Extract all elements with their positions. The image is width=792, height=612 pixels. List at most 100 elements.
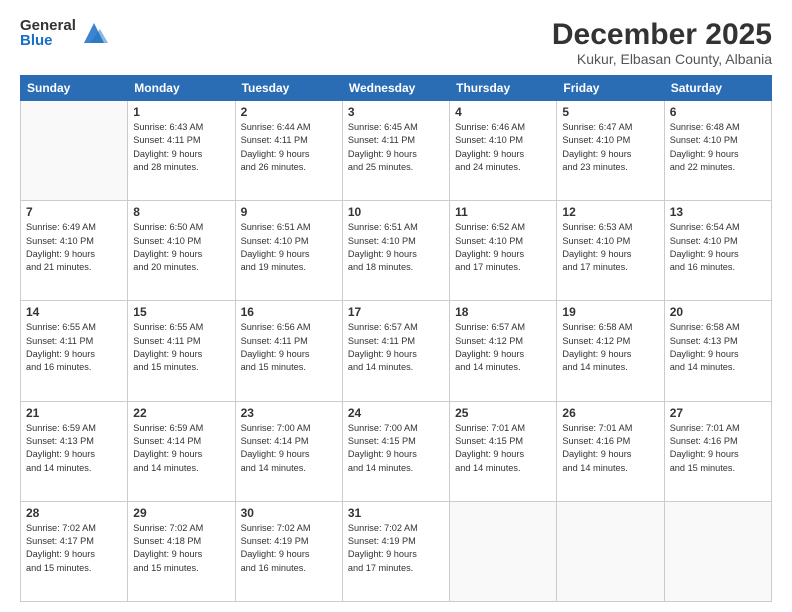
day-number: 10 [348, 205, 444, 219]
day-cell [450, 501, 557, 601]
day-info: Sunrise: 6:49 AM Sunset: 4:10 PM Dayligh… [26, 221, 122, 274]
logo-icon [80, 19, 108, 47]
logo: General Blue [20, 18, 108, 48]
day-number: 15 [133, 305, 229, 319]
day-number: 1 [133, 105, 229, 119]
week-row-5: 28 Sunrise: 7:02 AM Sunset: 4:17 PM Dayli… [21, 501, 772, 601]
day-cell: 30Sunrise: 7:02 AM Sunset: 4:19 PM Dayli… [235, 501, 342, 601]
day-cell: 26Sunrise: 7:01 AM Sunset: 4:16 PM Dayli… [557, 401, 664, 501]
day-number: 12 [562, 205, 658, 219]
week-row-3: 14 Sunrise: 6:55 AM Sunset: 4:11 PM Dayli… [21, 301, 772, 401]
day-cell: 4 Sunrise: 6:46 AM Sunset: 4:10 PM Daylig… [450, 101, 557, 201]
day-info: Sunrise: 6:57 AM Sunset: 4:12 PM Dayligh… [455, 321, 551, 374]
day-cell: 19 Sunrise: 6:58 AM Sunset: 4:12 PM Dayli… [557, 301, 664, 401]
day-number: 3 [348, 105, 444, 119]
day-info: Sunrise: 7:02 AM Sunset: 4:19 PM Dayligh… [348, 522, 444, 575]
calendar-table: SundayMondayTuesdayWednesdayThursdayFrid… [20, 75, 772, 602]
day-number: 21 [26, 406, 122, 420]
day-info: Sunrise: 6:43 AM Sunset: 4:11 PM Dayligh… [133, 121, 229, 174]
day-cell: 8 Sunrise: 6:50 AM Sunset: 4:10 PM Daylig… [128, 201, 235, 301]
day-number: 4 [455, 105, 551, 119]
day-cell: 24 Sunrise: 7:00 AM Sunset: 4:15 PM Dayli… [342, 401, 449, 501]
day-cell: 17 Sunrise: 6:57 AM Sunset: 4:11 PM Dayli… [342, 301, 449, 401]
day-info: Sunrise: 6:58 AM Sunset: 4:12 PM Dayligh… [562, 321, 658, 374]
logo-general: General [20, 18, 76, 33]
day-number: 26 [562, 406, 658, 420]
day-cell: 31 Sunrise: 7:02 AM Sunset: 4:19 PM Dayli… [342, 501, 449, 601]
day-cell [21, 101, 128, 201]
day-cell [557, 501, 664, 601]
day-number: 20 [670, 305, 766, 319]
day-info: Sunrise: 7:01 AM Sunset: 4:16 PM Dayligh… [670, 422, 766, 475]
day-info: Sunrise: 6:48 AM Sunset: 4:10 PM Dayligh… [670, 121, 766, 174]
day-cell: 23 Sunrise: 7:00 AM Sunset: 4:14 PM Dayli… [235, 401, 342, 501]
day-info: Sunrise: 6:54 AM Sunset: 4:10 PM Dayligh… [670, 221, 766, 274]
day-info: Sunrise: 6:59 AM Sunset: 4:13 PM Dayligh… [26, 422, 122, 475]
day-info: Sunrise: 6:50 AM Sunset: 4:10 PM Dayligh… [133, 221, 229, 274]
week-row-1: 1 Sunrise: 6:43 AM Sunset: 4:11 PM Daylig… [21, 101, 772, 201]
week-row-2: 7Sunrise: 6:49 AM Sunset: 4:10 PM Daylig… [21, 201, 772, 301]
day-number: 18 [455, 305, 551, 319]
day-cell: 25 Sunrise: 7:01 AM Sunset: 4:15 PM Dayli… [450, 401, 557, 501]
day-info: Sunrise: 7:00 AM Sunset: 4:15 PM Dayligh… [348, 422, 444, 475]
day-number: 11 [455, 205, 551, 219]
day-info: Sunrise: 6:59 AM Sunset: 4:14 PM Dayligh… [133, 422, 229, 475]
logo-text: General Blue [20, 18, 76, 48]
day-cell: 12 Sunrise: 6:53 AM Sunset: 4:10 PM Dayli… [557, 201, 664, 301]
day-cell: 7Sunrise: 6:49 AM Sunset: 4:10 PM Daylig… [21, 201, 128, 301]
day-number: 5 [562, 105, 658, 119]
header: General Blue December 2025 Kukur, Elbasa… [20, 18, 772, 67]
day-number: 27 [670, 406, 766, 420]
day-number: 8 [133, 205, 229, 219]
col-header-monday: Monday [128, 76, 235, 101]
day-number: 22 [133, 406, 229, 420]
day-info: Sunrise: 6:46 AM Sunset: 4:10 PM Dayligh… [455, 121, 551, 174]
day-info: Sunrise: 6:55 AM Sunset: 4:11 PM Dayligh… [26, 321, 122, 374]
day-info: Sunrise: 7:00 AM Sunset: 4:14 PM Dayligh… [241, 422, 337, 475]
day-number: 17 [348, 305, 444, 319]
day-cell: 28 Sunrise: 7:02 AM Sunset: 4:17 PM Dayli… [21, 501, 128, 601]
day-info: Sunrise: 6:57 AM Sunset: 4:11 PM Dayligh… [348, 321, 444, 374]
week-row-4: 21 Sunrise: 6:59 AM Sunset: 4:13 PM Dayli… [21, 401, 772, 501]
day-info: Sunrise: 7:02 AM Sunset: 4:19 PM Dayligh… [241, 522, 337, 575]
title-block: December 2025 Kukur, Elbasan County, Alb… [552, 18, 772, 67]
day-cell: 15Sunrise: 6:55 AM Sunset: 4:11 PM Dayli… [128, 301, 235, 401]
day-info: Sunrise: 6:51 AM Sunset: 4:10 PM Dayligh… [241, 221, 337, 274]
day-cell: 27 Sunrise: 7:01 AM Sunset: 4:16 PM Dayli… [664, 401, 771, 501]
day-info: Sunrise: 6:58 AM Sunset: 4:13 PM Dayligh… [670, 321, 766, 374]
col-header-saturday: Saturday [664, 76, 771, 101]
day-number: 28 [26, 506, 122, 520]
day-cell: 13 Sunrise: 6:54 AM Sunset: 4:10 PM Dayli… [664, 201, 771, 301]
day-info: Sunrise: 6:51 AM Sunset: 4:10 PM Dayligh… [348, 221, 444, 274]
day-number: 14 [26, 305, 122, 319]
day-cell: 5Sunrise: 6:47 AM Sunset: 4:10 PM Daylig… [557, 101, 664, 201]
day-number: 29 [133, 506, 229, 520]
day-cell: 3Sunrise: 6:45 AM Sunset: 4:11 PM Daylig… [342, 101, 449, 201]
day-number: 6 [670, 105, 766, 119]
day-number: 24 [348, 406, 444, 420]
day-cell: 2 Sunrise: 6:44 AM Sunset: 4:11 PM Daylig… [235, 101, 342, 201]
day-info: Sunrise: 7:02 AM Sunset: 4:18 PM Dayligh… [133, 522, 229, 575]
day-cell: 11Sunrise: 6:52 AM Sunset: 4:10 PM Dayli… [450, 201, 557, 301]
header-row: SundayMondayTuesdayWednesdayThursdayFrid… [21, 76, 772, 101]
day-info: Sunrise: 7:02 AM Sunset: 4:17 PM Dayligh… [26, 522, 122, 575]
col-header-tuesday: Tuesday [235, 76, 342, 101]
month-title: December 2025 [552, 18, 772, 51]
day-number: 25 [455, 406, 551, 420]
day-cell: 1 Sunrise: 6:43 AM Sunset: 4:11 PM Daylig… [128, 101, 235, 201]
location-title: Kukur, Elbasan County, Albania [552, 51, 772, 67]
day-number: 31 [348, 506, 444, 520]
day-number: 19 [562, 305, 658, 319]
col-header-friday: Friday [557, 76, 664, 101]
day-info: Sunrise: 6:53 AM Sunset: 4:10 PM Dayligh… [562, 221, 658, 274]
day-cell: 18 Sunrise: 6:57 AM Sunset: 4:12 PM Dayli… [450, 301, 557, 401]
day-number: 13 [670, 205, 766, 219]
day-number: 23 [241, 406, 337, 420]
day-cell: 9Sunrise: 6:51 AM Sunset: 4:10 PM Daylig… [235, 201, 342, 301]
day-info: Sunrise: 7:01 AM Sunset: 4:15 PM Dayligh… [455, 422, 551, 475]
day-number: 2 [241, 105, 337, 119]
day-cell: 22 Sunrise: 6:59 AM Sunset: 4:14 PM Dayli… [128, 401, 235, 501]
day-cell: 14 Sunrise: 6:55 AM Sunset: 4:11 PM Dayli… [21, 301, 128, 401]
day-cell: 21 Sunrise: 6:59 AM Sunset: 4:13 PM Dayli… [21, 401, 128, 501]
day-info: Sunrise: 6:44 AM Sunset: 4:11 PM Dayligh… [241, 121, 337, 174]
